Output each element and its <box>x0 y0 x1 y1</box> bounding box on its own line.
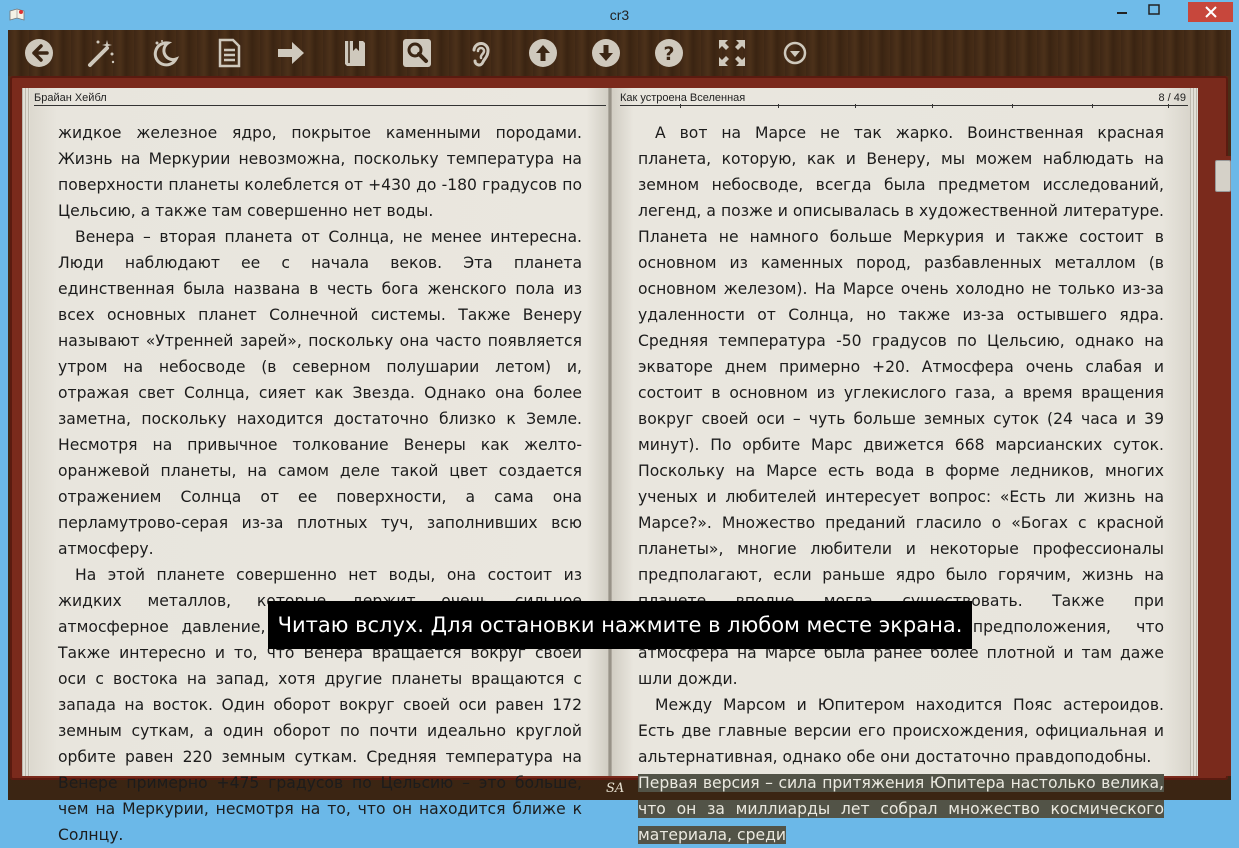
toolbar: ? <box>8 30 1231 76</box>
fullscreen-button[interactable] <box>715 36 749 70</box>
night-mode-icon <box>153 40 180 67</box>
ear-tts-icon <box>472 42 490 67</box>
page-down-button[interactable] <box>589 36 623 70</box>
close-button[interactable] <box>1188 2 1233 22</box>
close-icon <box>1204 6 1217 18</box>
scrollbar-track[interactable] <box>1212 156 1231 776</box>
right-page-edge <box>1190 88 1198 776</box>
chapter-tick <box>1012 104 1013 108</box>
author-name: Брайан Хейбл <box>34 92 107 104</box>
scrollbar-thumb[interactable] <box>1215 160 1231 192</box>
paragraph: жидкое железное ядро, покрытое каменными… <box>58 124 582 220</box>
minimize-icon <box>1117 12 1127 14</box>
chapter-tick <box>1168 104 1169 108</box>
forward-arrow-icon <box>278 42 304 64</box>
minimize-button[interactable] <box>1108 2 1136 22</box>
chapter-tick <box>932 104 933 108</box>
fullscreen-icon <box>719 40 745 66</box>
read-aloud-button[interactable] <box>464 36 498 70</box>
chapter-tick <box>855 104 856 108</box>
help-icon: ? <box>655 39 683 67</box>
magic-wand-icon <box>88 40 115 67</box>
right-page-text[interactable]: А вот на Марсе не так жарко. Воинственна… <box>638 120 1164 848</box>
paragraph: Венера – вторая планета от Солнца, не ме… <box>58 228 582 558</box>
tts-overlay-message[interactable]: Читаю вслух. Для остановки нажмите в люб… <box>268 601 972 649</box>
footer-logo: SA <box>606 781 625 796</box>
svg-text:?: ? <box>663 43 674 65</box>
bookmarks-button[interactable] <box>338 36 372 70</box>
menu-button[interactable] <box>778 36 812 70</box>
paragraph: Между Марсом и Юпитером находится Пояс а… <box>638 696 1164 766</box>
left-page-text[interactable]: жидкое железное ядро, покрытое каменными… <box>58 120 582 848</box>
chapter-tick <box>680 104 681 108</box>
help-button[interactable]: ? <box>652 36 686 70</box>
chapter-tick <box>778 104 779 108</box>
paragraph-highlighted: Первая версия – сила притяжения Юпитера … <box>638 770 1164 848</box>
bookmark-book-icon <box>345 41 365 66</box>
back-button[interactable] <box>22 36 56 70</box>
menu-dropdown-icon <box>783 41 807 65</box>
search-icon <box>403 39 431 67</box>
right-page-header: Как устроена Вселенная 8 / 49 <box>620 92 1188 108</box>
chapter-tick <box>1092 104 1093 108</box>
maximize-button[interactable] <box>1140 2 1168 22</box>
page-up-button[interactable] <box>526 36 560 70</box>
search-button[interactable] <box>400 36 434 70</box>
document-icon <box>218 38 241 68</box>
tts-highlight: Первая версия – сила притяжения Юпитера … <box>638 774 1164 844</box>
page-down-icon <box>592 39 620 67</box>
back-arrow-icon <box>25 39 53 67</box>
night-mode-button[interactable] <box>147 36 181 70</box>
page-indicator: 8 / 49 <box>1158 92 1186 104</box>
window-title: cr3 <box>609 7 630 23</box>
title-bar[interactable]: cr3 <box>0 0 1239 30</box>
goto-button[interactable] <box>274 36 308 70</box>
maximize-icon <box>1148 4 1160 15</box>
book-title: Как устроена Вселенная <box>620 92 746 104</box>
page-up-icon <box>529 39 557 67</box>
left-page-edge <box>22 88 30 776</box>
style-button[interactable] <box>84 36 118 70</box>
book-spine <box>608 88 612 776</box>
left-page-header: Брайан Хейбл <box>34 92 606 106</box>
document-button[interactable] <box>212 36 246 70</box>
